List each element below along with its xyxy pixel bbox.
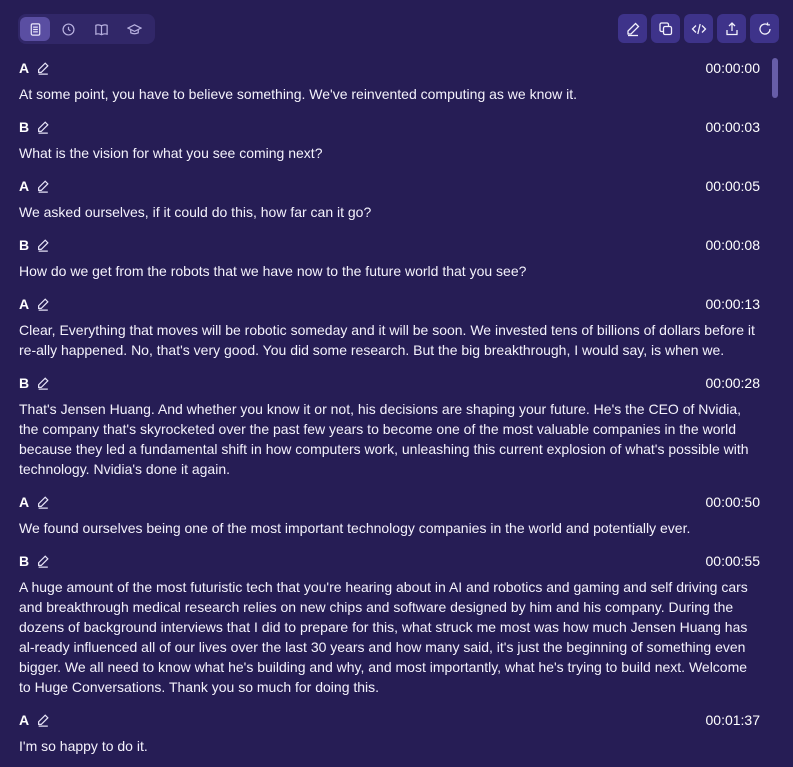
pencil-icon bbox=[36, 495, 50, 509]
segment-text: We found ourselves being one of the most… bbox=[19, 520, 691, 536]
pencil-icon bbox=[36, 376, 50, 390]
transcript-segment: B 00:00:28 That's Jensen Huang. And whethe… bbox=[0, 373, 772, 479]
edit-speaker-button[interactable] bbox=[36, 61, 50, 75]
copy-icon bbox=[658, 21, 672, 35]
speaker-label: B bbox=[19, 553, 30, 569]
segment-header: A 00:00:00 bbox=[19, 58, 760, 78]
pencil-icon bbox=[36, 179, 50, 193]
transcript-segment: B 00:00:08 How do we get from the robots t… bbox=[0, 235, 772, 281]
copy-button[interactable] bbox=[651, 14, 680, 43]
embed-code-button[interactable] bbox=[684, 14, 713, 43]
segment-text: Clear, Everything that moves will be rob… bbox=[19, 322, 755, 358]
pencil-icon bbox=[36, 61, 50, 75]
tab-history[interactable] bbox=[53, 17, 83, 41]
edit-speaker-button[interactable] bbox=[36, 376, 50, 390]
segment-header: B 00:00:28 bbox=[19, 373, 760, 393]
timestamp[interactable]: 00:00:00 bbox=[706, 60, 761, 76]
timestamp[interactable]: 00:00:55 bbox=[706, 553, 761, 569]
pencil-icon bbox=[36, 713, 50, 727]
edit-speaker-button[interactable] bbox=[36, 713, 50, 727]
pencil-icon bbox=[626, 22, 639, 36]
speaker-label: A bbox=[19, 712, 30, 728]
edit-speaker-button[interactable] bbox=[36, 554, 50, 568]
segment-text: That's Jensen Huang. And whether you kno… bbox=[19, 401, 749, 477]
segment-text: We asked ourselves, if it could do this,… bbox=[19, 204, 372, 220]
pencil-icon bbox=[36, 554, 50, 568]
refresh-icon bbox=[758, 22, 771, 35]
edit-speaker-button[interactable] bbox=[36, 495, 50, 509]
speaker-label: A bbox=[19, 60, 30, 76]
pencil-icon bbox=[36, 120, 50, 134]
edit-speaker-button[interactable] bbox=[36, 179, 50, 193]
edit-speaker-button[interactable] bbox=[36, 297, 50, 311]
transcript-segment: A 00:00:50 We found ourselves being one of… bbox=[0, 492, 772, 538]
timestamp[interactable]: 00:00:50 bbox=[706, 494, 761, 510]
segment-header: B 00:00:08 bbox=[19, 235, 760, 255]
speaker-label: B bbox=[19, 375, 30, 391]
toolbar bbox=[0, 0, 793, 58]
transcript-segment: A 00:00:05 We asked ourselves, if it could… bbox=[0, 176, 772, 222]
timestamp[interactable]: 00:00:13 bbox=[706, 296, 761, 312]
segment-header: B 00:00:55 bbox=[19, 551, 760, 571]
book-icon bbox=[94, 23, 108, 35]
segment-text: I'm so happy to do it. bbox=[19, 738, 148, 754]
tab-book[interactable] bbox=[86, 17, 116, 41]
speaker-label: B bbox=[19, 119, 30, 135]
speaker-label: A bbox=[19, 296, 30, 312]
segment-header: B 00:00:03 bbox=[19, 117, 760, 137]
graduation-cap-icon bbox=[126, 23, 142, 34]
code-icon bbox=[691, 23, 706, 34]
edit-speaker-button[interactable] bbox=[36, 238, 50, 252]
transcript-segment: B 00:00:55 A huge amount of the most futur… bbox=[0, 551, 772, 697]
transcript-list: A 00:00:00 At some point, you have to beli… bbox=[0, 58, 772, 767]
segment-text: How do we get from the robots that we ha… bbox=[19, 263, 527, 279]
segment-header: A 00:00:50 bbox=[19, 492, 760, 512]
segment-header: A 00:00:05 bbox=[19, 176, 760, 196]
pencil-icon bbox=[36, 238, 50, 252]
speaker-label: A bbox=[19, 494, 30, 510]
tab-transcript[interactable] bbox=[20, 17, 50, 41]
view-tab-group bbox=[18, 14, 155, 44]
segment-header: A 00:00:13 bbox=[19, 294, 760, 314]
segment-text: What is the vision for what you see comi… bbox=[19, 145, 323, 161]
scrollbar-thumb[interactable] bbox=[772, 58, 778, 98]
scrollbar[interactable] bbox=[772, 58, 778, 767]
edit-button[interactable] bbox=[618, 14, 647, 43]
edit-speaker-button[interactable] bbox=[36, 120, 50, 134]
refresh-button[interactable] bbox=[750, 14, 779, 43]
timestamp[interactable]: 00:01:37 bbox=[706, 712, 761, 728]
clock-icon bbox=[61, 22, 75, 36]
share-icon bbox=[725, 21, 738, 35]
timestamp[interactable]: 00:00:28 bbox=[706, 375, 761, 391]
pencil-icon bbox=[36, 297, 50, 311]
transcript-segment: A 00:00:13 Clear, Everything that moves wi… bbox=[0, 294, 772, 360]
timestamp[interactable]: 00:00:03 bbox=[706, 119, 761, 135]
speaker-label: A bbox=[19, 178, 30, 194]
transcript-segment: A 00:00:00 At some point, you have to beli… bbox=[0, 58, 772, 104]
action-buttons bbox=[618, 14, 779, 43]
transcript-segment: A 00:01:37 I'm so happy to do it. bbox=[0, 710, 772, 756]
timestamp[interactable]: 00:00:08 bbox=[706, 237, 761, 253]
timestamp[interactable]: 00:00:05 bbox=[706, 178, 761, 194]
segment-header: A 00:01:37 bbox=[19, 710, 760, 730]
segment-text: A huge amount of the most futuristic tec… bbox=[19, 579, 748, 695]
segment-text: At some point, you have to believe somet… bbox=[19, 86, 578, 102]
share-button[interactable] bbox=[717, 14, 746, 43]
transcript-segment: B 00:00:03 What is the vision for what you… bbox=[0, 117, 772, 163]
speaker-label: B bbox=[19, 237, 30, 253]
tab-learn[interactable] bbox=[119, 17, 149, 41]
document-icon bbox=[30, 22, 40, 36]
